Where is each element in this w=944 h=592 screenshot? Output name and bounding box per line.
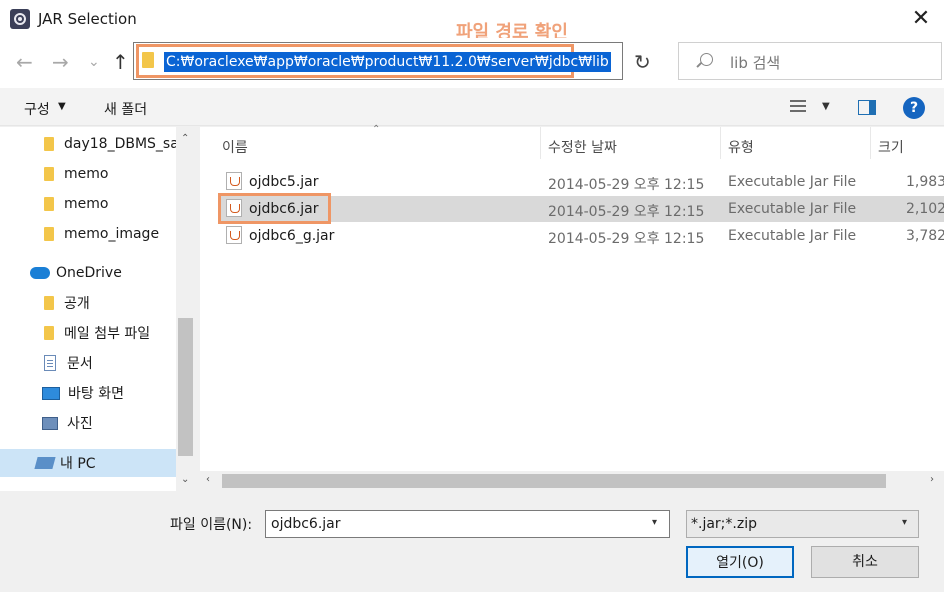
- back-arrow-icon[interactable]: ←: [16, 50, 33, 74]
- sidebar-item-day18[interactable]: day18_DBMS_sa: [44, 130, 179, 158]
- document-icon: [44, 355, 56, 371]
- sidebar-item-desktop[interactable]: 바탕 화면: [42, 379, 124, 407]
- file-modified: 2014-05-29 오후 12:15: [548, 231, 705, 247]
- search-icon: [700, 53, 713, 66]
- view-caret-icon[interactable]: ▼: [822, 101, 830, 112]
- file-type: Executable Jar File: [728, 201, 857, 217]
- address-path[interactable]: C:₩oraclexe₩app₩oracle₩product₩11.2.0₩se…: [164, 52, 611, 72]
- scroll-up-icon[interactable]: ⌃: [181, 133, 189, 144]
- file-type: Executable Jar File: [728, 228, 857, 244]
- open-button[interactable]: 열기(O): [686, 546, 794, 578]
- search-placeholder[interactable]: lib 검색: [730, 52, 780, 73]
- eclipse-icon: [10, 9, 30, 29]
- folder-icon: [44, 296, 54, 310]
- pc-icon: [34, 457, 56, 469]
- view-options-icon[interactable]: [790, 100, 810, 116]
- file-name[interactable]: ojdbc6_g.jar: [249, 228, 334, 244]
- selected-file-highlight-outline: [218, 193, 331, 224]
- onedrive-icon: [30, 267, 50, 279]
- file-modified: 2014-05-29 오후 12:15: [548, 177, 705, 193]
- sidebar-item-memo-image[interactable]: memo_image: [44, 220, 159, 248]
- organize-caret-icon[interactable]: ▼: [58, 101, 66, 112]
- refresh-icon[interactable]: ↻: [634, 50, 651, 74]
- filename-input[interactable]: ojdbc6.jar: [265, 510, 670, 538]
- sidebar-item-pictures[interactable]: 사진: [42, 409, 93, 437]
- file-size: 2,102: [906, 201, 944, 217]
- close-icon[interactable]: ✕: [906, 6, 936, 32]
- desktop-icon: [42, 386, 60, 400]
- column-header-modified[interactable]: 수정한 날짜: [548, 137, 617, 157]
- sidebar-item-this-pc[interactable]: 내 PC: [0, 449, 176, 477]
- file-type: Executable Jar File: [728, 174, 857, 190]
- java-jar-icon: [226, 172, 242, 190]
- search-input[interactable]: [678, 42, 942, 80]
- pictures-icon: [42, 416, 58, 430]
- preview-pane-icon[interactable]: [858, 100, 876, 115]
- sort-ascending-icon: ⌃: [372, 124, 381, 135]
- sidebar-item-onedrive[interactable]: OneDrive: [30, 259, 122, 287]
- column-header-name[interactable]: 이름: [222, 137, 248, 157]
- sidebar-item-mail-attachments[interactable]: 메일 첨부 파일: [44, 319, 150, 347]
- java-jar-icon: [226, 226, 242, 244]
- window-title: JAR Selection: [38, 10, 137, 28]
- sidebar-item-public[interactable]: 공개: [44, 289, 90, 317]
- new-folder-button[interactable]: 새 폴더: [104, 99, 147, 119]
- scroll-right-icon[interactable]: ›: [930, 474, 934, 485]
- organize-button[interactable]: 구성: [24, 99, 50, 119]
- column-header-size[interactable]: 크기: [878, 137, 904, 157]
- folder-icon: [44, 227, 54, 241]
- navigation-scrollbar-thumb[interactable]: [178, 318, 193, 456]
- folder-icon: [44, 326, 54, 340]
- filename-label: 파일 이름(N):: [170, 517, 253, 533]
- recent-locations-icon[interactable]: ⌄: [88, 50, 100, 74]
- horizontal-scrollbar-thumb[interactable]: [222, 474, 886, 488]
- scroll-down-icon[interactable]: ⌄: [181, 474, 189, 485]
- sidebar-item-documents[interactable]: 문서: [44, 349, 93, 377]
- folder-icon: [44, 137, 54, 151]
- sidebar-item-memo-2[interactable]: memo: [44, 190, 108, 218]
- file-type-filter[interactable]: *.jar;*.zip: [686, 510, 919, 538]
- file-name[interactable]: ojdbc5.jar: [249, 174, 319, 190]
- forward-arrow-icon[interactable]: →: [52, 50, 69, 74]
- file-size: 3,782: [906, 228, 944, 244]
- column-header-type[interactable]: 유형: [728, 137, 754, 157]
- up-arrow-icon[interactable]: ↑: [112, 50, 129, 74]
- sidebar-item-memo[interactable]: memo: [44, 160, 108, 188]
- filter-dropdown-icon[interactable]: ▾: [902, 517, 907, 528]
- filename-dropdown-icon[interactable]: ▾: [652, 517, 657, 528]
- folder-icon: [44, 197, 54, 211]
- scroll-left-icon[interactable]: ‹: [206, 474, 210, 485]
- file-size: 1,983: [906, 174, 944, 190]
- dialog-footer: [0, 491, 944, 592]
- folder-icon: [44, 167, 54, 181]
- file-modified: 2014-05-29 오후 12:15: [548, 204, 705, 220]
- cancel-button[interactable]: 취소: [811, 546, 919, 578]
- help-icon[interactable]: ?: [903, 97, 925, 119]
